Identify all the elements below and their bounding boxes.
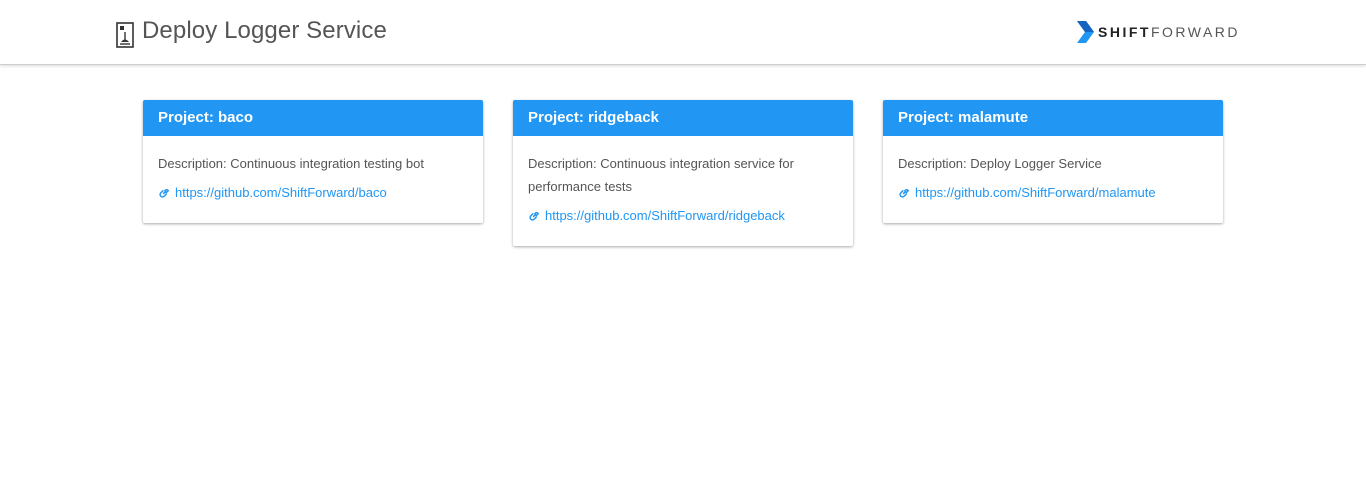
link-icon: [899, 188, 910, 198]
card-header: Project: ridgeback: [513, 100, 853, 136]
project-link-row: https://github.com/ShiftForward/malamute: [898, 183, 1208, 203]
project-link-row: https://github.com/ShiftForward/ridgebac…: [528, 206, 838, 226]
project-description: Description: Deploy Logger Service: [898, 156, 1102, 171]
top-app-bar: Deploy Logger Service SHIFT FORWARD: [0, 0, 1366, 65]
project-card-baco: Project: baco Description: Continuous in…: [143, 100, 483, 223]
project-card-malamute: Project: malamute Description: Deploy Lo…: [883, 100, 1223, 223]
project-description: Description: Continuous integration serv…: [528, 156, 794, 194]
logo-chevron-icon: [1077, 21, 1094, 43]
project-repo-link[interactable]: https://github.com/ShiftForward/malamute: [915, 183, 1156, 203]
logo-text-shift: SHIFT: [1098, 24, 1151, 40]
project-card-ridgeback: Project: ridgeback Description: Continuo…: [513, 100, 853, 246]
card-header: Project: malamute: [883, 100, 1223, 136]
project-description: Description: Continuous integration test…: [158, 156, 424, 171]
logo-text-forward: FORWARD: [1150, 24, 1241, 40]
card-body: Description: Continuous integration serv…: [513, 136, 853, 246]
project-link-row: https://github.com/ShiftForward/baco: [158, 183, 468, 203]
card-body: Description: Continuous integration test…: [143, 136, 483, 223]
project-repo-link[interactable]: https://github.com/ShiftForward/ridgebac…: [545, 206, 785, 226]
document-icon: [116, 22, 134, 48]
project-repo-link[interactable]: https://github.com/ShiftForward/baco: [175, 183, 387, 203]
link-icon: [529, 211, 540, 221]
shiftforward-logo[interactable]: SHIFT FORWARD: [1077, 21, 1240, 43]
app-title: Deploy Logger Service: [142, 17, 387, 44]
card-header: Project: baco: [143, 100, 483, 136]
link-icon: [159, 188, 170, 198]
card-body: Description: Deploy Logger Service https…: [883, 136, 1223, 223]
